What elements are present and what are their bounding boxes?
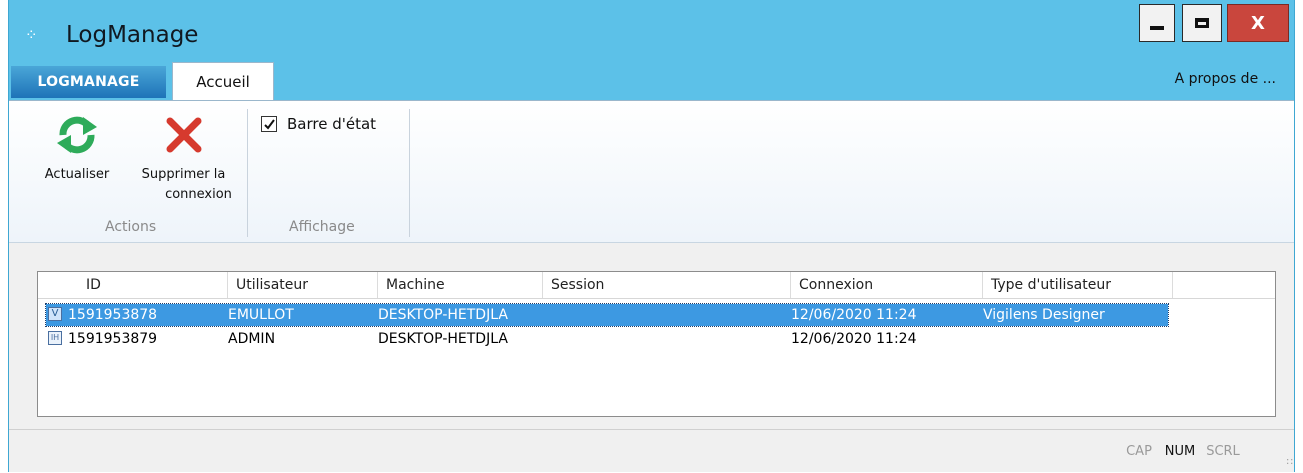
maximize-icon [1195, 18, 1209, 28]
close-button[interactable]: X [1227, 4, 1289, 42]
window-title: LogManage [66, 22, 199, 48]
column-header-connexion[interactable]: Connexion [791, 272, 983, 298]
cell-user-type: Vigilens Designer [983, 307, 1105, 323]
statusbar-toggle[interactable]: Barre d'état [261, 115, 376, 133]
cell-id: 1591953878 [68, 307, 158, 323]
tab-logmanage[interactable]: LOGMANAGE [11, 66, 166, 98]
column-header-session[interactable]: Session [543, 272, 791, 298]
cell-user: EMULLOT [228, 307, 294, 323]
cell-connexion: 12/06/2020 11:24 [791, 331, 917, 347]
app-icon: ⁘ [25, 26, 38, 44]
status-cap: CAP [1126, 444, 1152, 459]
column-header-id[interactable]: ID [78, 272, 228, 298]
display-group-label: Affichage [289, 219, 355, 235]
tab-accueil[interactable]: Accueil [172, 62, 274, 100]
delete-label-line2: connexion [165, 187, 232, 202]
cell-connexion: 12/06/2020 11:24 [791, 307, 917, 323]
statusbar-checkbox[interactable] [261, 116, 277, 132]
list-header: ID Utilisateur Machine Session Connexion… [38, 272, 1275, 299]
column-header-machine[interactable]: Machine [378, 272, 543, 298]
maximize-button[interactable] [1182, 4, 1222, 42]
status-scrl: SCRL [1206, 444, 1240, 459]
cell-id: 1591953879 [68, 331, 158, 347]
close-icon: X [1251, 12, 1265, 34]
delete-connection-button[interactable]: Supprimer la connexion [121, 107, 246, 205]
refresh-icon [57, 116, 97, 154]
cell-machine: DESKTOP-HETDJLA [378, 331, 508, 347]
minimize-button[interactable] [1139, 4, 1175, 42]
table-row[interactable]: V 1591953878 EMULLOT DESKTOP-HETDJLA 12/… [45, 303, 1169, 327]
statusbar-checkbox-label: Barre d'état [287, 115, 377, 133]
title-bar[interactable]: ⁘ LogManage X [9, 0, 1294, 60]
column-header-user[interactable]: Utilisateur [228, 272, 378, 298]
resize-grip-icon[interactable]: ∷ [1287, 457, 1294, 468]
connections-list[interactable]: ID Utilisateur Machine Session Connexion… [37, 271, 1276, 417]
ribbon-separator [409, 109, 410, 237]
app-window: ⁘ LogManage X LOGMANAGE Accueil A propos… [8, 0, 1295, 472]
ribbon: Actualiser Supprimer la connexion Action… [9, 100, 1294, 243]
status-bar: CAP NUM SCRL ∷ [9, 429, 1294, 472]
delete-label-line1: Supprimer la [141, 167, 226, 182]
about-link[interactable]: A propos de ... [1175, 71, 1276, 87]
ribbon-tabs: LOGMANAGE Accueil A propos de ... [9, 62, 1294, 100]
cell-machine: DESKTOP-HETDJLA [378, 307, 508, 323]
status-num: NUM [1164, 444, 1196, 459]
checkmark-icon [263, 118, 275, 130]
delete-icon [166, 117, 201, 153]
minimize-icon [1150, 26, 1164, 30]
content-area: ID Utilisateur Machine Session Connexion… [9, 243, 1294, 429]
ribbon-separator [247, 109, 248, 237]
refresh-button[interactable]: Actualiser [31, 107, 123, 185]
refresh-label: Actualiser [44, 167, 110, 182]
actions-group-label: Actions [105, 219, 157, 235]
cell-user: ADMIN [228, 331, 276, 347]
column-header-user-type[interactable]: Type d'utilisateur [983, 272, 1173, 298]
table-row[interactable]: IH 1591953879 ADMIN DESKTOP-HETDJLA 12/0… [46, 328, 1168, 350]
user-type-icon: IH [48, 331, 62, 345]
user-type-icon: V [48, 307, 62, 321]
